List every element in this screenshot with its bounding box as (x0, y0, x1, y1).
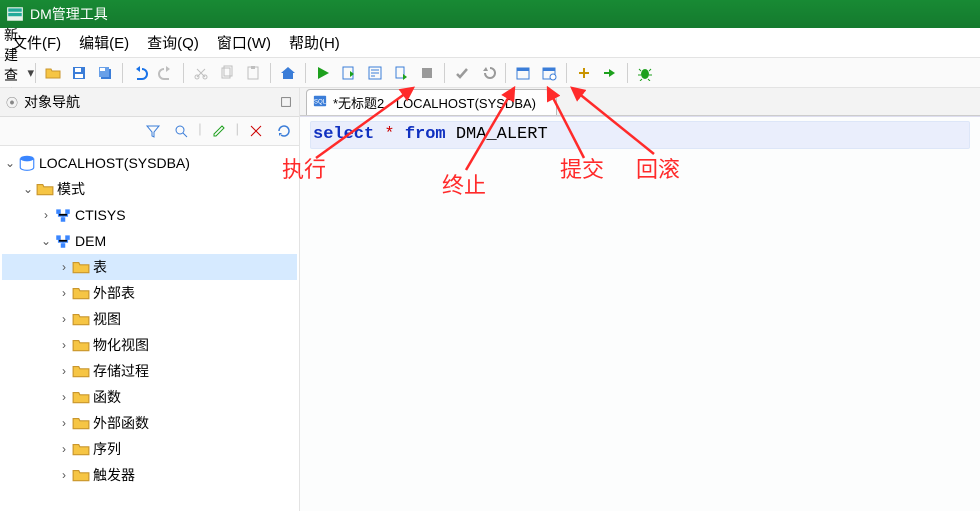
tree-schema-group-label: 模式 (57, 179, 85, 199)
tools1-button[interactable] (574, 63, 594, 83)
explain-plan-button[interactable] (365, 63, 385, 83)
svg-text:SQL: SQL (314, 99, 327, 106)
sidebar-header: ⦿ 对象导航 (0, 88, 299, 117)
menu-help[interactable]: 帮助(H) (283, 28, 346, 57)
tree-dem-child[interactable]: ›外部表 (2, 280, 297, 306)
tree-dem-child[interactable]: ›存储过程 (2, 358, 297, 384)
open-file-button[interactable] (43, 63, 63, 83)
cut-button[interactable] (191, 63, 211, 83)
export-button[interactable] (391, 63, 411, 83)
kw-select: select (313, 125, 374, 144)
stop-button[interactable] (417, 63, 437, 83)
schema-icon (54, 232, 72, 250)
tree-dem-child[interactable]: ›序列 (2, 436, 297, 462)
tree-dem-child[interactable]: ›视图 (2, 306, 297, 332)
tree-ctisys[interactable]: › CTISYS (2, 202, 297, 228)
folder-icon (72, 284, 90, 302)
titlebar: DM管理工具 (0, 0, 980, 28)
tree-dem-child-label: 存储过程 (93, 361, 149, 381)
menu-edit[interactable]: 编辑(E) (73, 28, 135, 57)
debug-button[interactable] (635, 63, 655, 83)
sql-tab-icon: SQL (313, 94, 327, 111)
app-logo-icon (6, 5, 24, 23)
folder-icon (72, 388, 90, 406)
folder-icon (72, 258, 90, 276)
editor-area: SQL *无标题2 - LOCALHOST(SYSDBA) select * f… (300, 88, 980, 511)
tree-dem[interactable]: ⌄ DEM (2, 228, 297, 254)
calendar2-button[interactable] (539, 63, 559, 83)
tree-root[interactable]: ⌄ LOCALHOST(SYSDBA) (2, 150, 297, 176)
sql-editor[interactable]: select * from DMA_ALERT (300, 116, 980, 511)
paste-button[interactable] (243, 63, 263, 83)
editor-tabs: SQL *无标题2 - LOCALHOST(SYSDBA) (300, 88, 980, 116)
folder-open-icon (36, 180, 54, 198)
redo-button[interactable] (156, 63, 176, 83)
tree-dem-child-label: 序列 (93, 439, 121, 459)
sidebar-toolbar: | | (0, 117, 299, 146)
tree-dem-child[interactable]: ›表 (2, 254, 297, 280)
tree-dem-child-label: 外部函数 (93, 413, 149, 433)
tree-dem-child[interactable]: ›触发器 (2, 462, 297, 488)
tree-dem-child-label: 触发器 (93, 465, 135, 485)
tree-dem-child[interactable]: ›外部函数 (2, 410, 297, 436)
folder-icon (72, 362, 90, 380)
search-tree-button[interactable] (171, 121, 191, 141)
home-button[interactable] (278, 63, 298, 83)
folder-icon (72, 310, 90, 328)
chevron-down-icon: ▾ (27, 65, 34, 81)
main-toolbar: 新建查询(N) ▾ (0, 58, 980, 88)
folder-icon (72, 414, 90, 432)
schema-icon (54, 206, 72, 224)
star: * (384, 125, 394, 144)
tree-dem-child[interactable]: ›函数 (2, 384, 297, 410)
app-title: DM管理工具 (30, 4, 108, 24)
tree-dem-child-label: 函数 (93, 387, 121, 407)
sidebar-title: 对象导航 (24, 92, 80, 112)
calendar1-button[interactable] (513, 63, 533, 83)
copy-button[interactable] (217, 63, 237, 83)
run-to-button[interactable] (600, 63, 620, 83)
undo-button[interactable] (130, 63, 150, 83)
editor-tab[interactable]: SQL *无标题2 - LOCALHOST(SYSDBA) (306, 89, 557, 115)
menubar: 文件(F) 编辑(E) 查询(Q) 窗口(W) 帮助(H) (0, 28, 980, 58)
folder-icon (72, 336, 90, 354)
pin-icon: ⦿ (6, 94, 18, 111)
tree-dem-child-label: 外部表 (93, 283, 135, 303)
save-all-button[interactable] (95, 63, 115, 83)
menu-query[interactable]: 查询(Q) (141, 28, 205, 57)
refresh-tree-button[interactable] (274, 121, 294, 141)
new-query-button[interactable]: 新建查询(N) ▾ (7, 63, 27, 83)
tree-dem-child-label: 表 (93, 257, 107, 277)
commit-button[interactable] (452, 63, 472, 83)
tree-dem-child[interactable]: ›物化视图 (2, 332, 297, 358)
filter-button[interactable] (143, 121, 163, 141)
tree-dem-child-label: 物化视图 (93, 335, 149, 355)
editor-tab-title: *无标题2 - LOCALHOST(SYSDBA) (333, 93, 536, 112)
folder-icon (72, 466, 90, 484)
edit-tree-button[interactable] (209, 121, 229, 141)
save-button[interactable] (69, 63, 89, 83)
folder-icon (72, 440, 90, 458)
database-icon (18, 154, 36, 172)
restore-icon[interactable] (279, 95, 293, 109)
tree-dem-label: DEM (75, 233, 106, 249)
menu-window[interactable]: 窗口(W) (211, 28, 277, 57)
expand-all-button[interactable] (246, 121, 266, 141)
tree-ctisys-label: CTISYS (75, 207, 126, 223)
table-ident: DMA_ALERT (456, 125, 548, 144)
tree-dem-child-label: 视图 (93, 309, 121, 329)
object-tree[interactable]: ⌄ LOCALHOST(SYSDBA) ⌄ 模式 › CTISYS ⌄ DEM … (0, 146, 299, 511)
kw-from: from (405, 125, 446, 144)
rollback-button[interactable] (478, 63, 498, 83)
execute-button[interactable] (313, 63, 333, 83)
execute-script-button[interactable] (339, 63, 359, 83)
tree-root-label: LOCALHOST(SYSDBA) (39, 155, 190, 171)
sidebar: ⦿ 对象导航 | | ⌄ LOCALHOST(SYSDBA) ⌄ (0, 88, 300, 511)
tree-schema-group[interactable]: ⌄ 模式 (2, 176, 297, 202)
